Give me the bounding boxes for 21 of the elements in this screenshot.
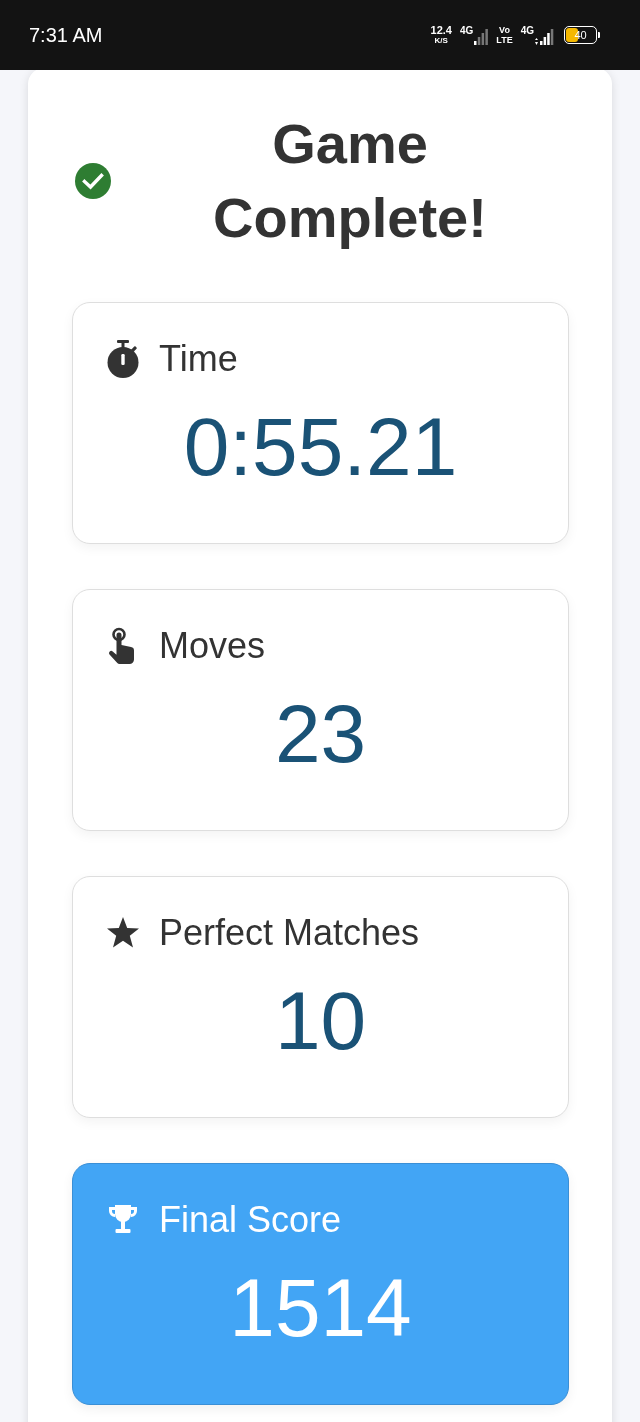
network-speed-unit: K/S	[434, 36, 448, 45]
network-type: 4G	[520, 26, 534, 36]
signal-icon	[535, 29, 554, 45]
network-speed: 12.4	[430, 25, 452, 36]
stat-label: Time	[159, 339, 238, 379]
clock-time: 7:31 AM	[29, 25, 103, 45]
title: Game Complete!	[212, 111, 488, 251]
stopwatch-icon	[106, 340, 140, 378]
stat-value: 10	[274, 974, 367, 1068]
signal-icon	[474, 29, 489, 45]
volte-label: LTE	[496, 35, 513, 45]
stat-value: 1514	[229, 1261, 412, 1355]
network-type: 4G	[459, 26, 474, 36]
star-icon	[106, 916, 140, 950]
stat-label: Final Score	[159, 1200, 342, 1240]
check-icon	[75, 163, 111, 199]
stat-value: 23	[274, 687, 367, 781]
stat-label: Moves	[159, 626, 266, 666]
stat-label: Perfect Matches	[159, 913, 420, 953]
volte-label: Vo	[499, 25, 510, 35]
stat-value: 0:55.21	[183, 400, 458, 494]
